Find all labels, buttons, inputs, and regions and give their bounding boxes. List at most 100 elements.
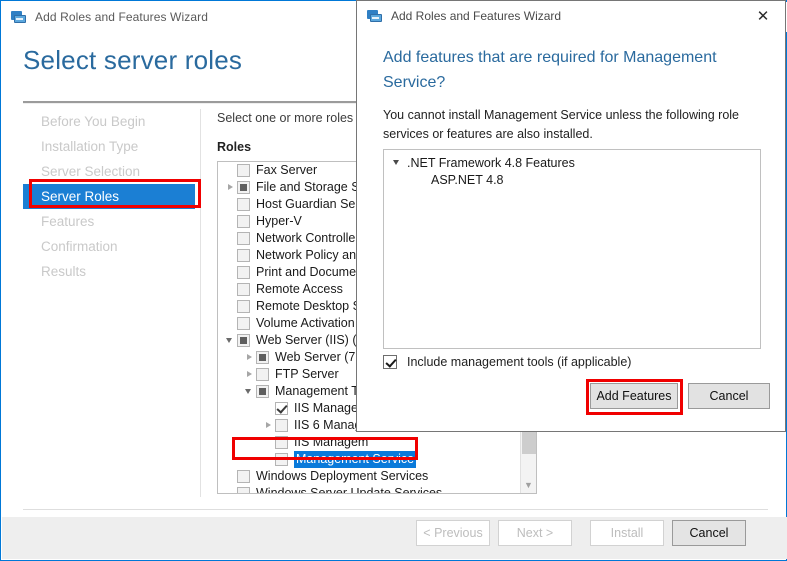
sidebar-divider bbox=[200, 109, 201, 497]
role-checkbox[interactable] bbox=[237, 215, 250, 228]
sidebar-item-label: Before You Begin bbox=[41, 114, 146, 129]
role-checkbox[interactable] bbox=[237, 317, 250, 330]
expand-arrow-closed-icon[interactable] bbox=[243, 349, 256, 366]
server-roles-icon bbox=[367, 8, 383, 24]
dialog-title: Add Roles and Features Wizard bbox=[391, 9, 562, 23]
role-checkbox[interactable] bbox=[237, 164, 250, 177]
sidebar-item-before-you-begin[interactable]: Before You Begin bbox=[23, 109, 195, 134]
sidebar-item-label: Features bbox=[41, 214, 95, 229]
dialog-body-text: You cannot install Management Service un… bbox=[383, 108, 739, 141]
role-checkbox[interactable] bbox=[237, 470, 250, 483]
chevron-down-icon[interactable]: ▼ bbox=[521, 476, 536, 493]
sidebar-item-confirmation[interactable]: Confirmation bbox=[23, 234, 195, 259]
sidebar-item-results[interactable]: Results bbox=[23, 259, 195, 284]
role-label: Windows Server Update Services bbox=[256, 486, 443, 494]
role-label: Network Controller bbox=[256, 231, 360, 245]
tree-row[interactable]: Windows Deployment Services bbox=[218, 468, 536, 485]
sidebar-item-features[interactable]: Features bbox=[23, 209, 195, 234]
role-checkbox[interactable] bbox=[237, 249, 250, 262]
add-features-button[interactable]: Add Features bbox=[590, 383, 678, 409]
role-checkbox[interactable] bbox=[237, 181, 250, 194]
sidebar-item-label: Server Selection bbox=[41, 164, 141, 179]
expand-arrow-closed-icon[interactable] bbox=[243, 366, 256, 383]
tree-row[interactable]: Management Service bbox=[218, 451, 536, 468]
feature-label: .NET Framework 4.8 Features bbox=[407, 155, 575, 170]
role-checkbox[interactable] bbox=[237, 283, 250, 296]
tree-row[interactable]: IIS Managem bbox=[218, 434, 536, 451]
feature-tree-row[interactable]: ASP.NET 4.8 bbox=[384, 171, 760, 188]
role-label: Print and Document bbox=[256, 265, 367, 279]
role-checkbox[interactable] bbox=[237, 266, 250, 279]
role-checkbox[interactable] bbox=[275, 453, 288, 466]
role-checkbox[interactable] bbox=[237, 232, 250, 245]
role-label: Remote Desktop Ser bbox=[256, 299, 373, 313]
role-checkbox[interactable] bbox=[256, 351, 269, 364]
expand-arrow-closed-icon[interactable] bbox=[262, 417, 275, 434]
sidebar-item-label: Installation Type bbox=[41, 139, 139, 154]
server-roles-icon bbox=[11, 9, 27, 25]
close-icon[interactable]: ✕ bbox=[741, 1, 785, 30]
window-title: Add Roles and Features Wizard bbox=[35, 10, 208, 24]
role-checkbox[interactable] bbox=[237, 198, 250, 211]
tree-row[interactable]: Windows Server Update Services bbox=[218, 485, 536, 494]
add-features-dialog: Add Roles and Features Wizard ✕ Add feat… bbox=[356, 0, 786, 432]
role-label: Remote Access bbox=[256, 282, 343, 296]
role-label: IIS Managem bbox=[294, 435, 369, 449]
sidebar-item-installation-type[interactable]: Installation Type bbox=[23, 134, 195, 159]
role-label: Windows Deployment Services bbox=[256, 469, 429, 483]
role-label: Hyper-V bbox=[256, 214, 302, 228]
include-management-tools-checkbox[interactable] bbox=[383, 355, 397, 369]
role-checkbox[interactable] bbox=[237, 334, 250, 347]
role-label: Network Policy and bbox=[256, 248, 363, 262]
role-label: File and Storage Ser bbox=[256, 180, 371, 194]
install-button[interactable]: Install bbox=[590, 520, 664, 546]
sidebar-item-label: Confirmation bbox=[41, 239, 118, 254]
required-features-tree[interactable]: .NET Framework 4.8 Features ASP.NET 4.8 bbox=[383, 149, 761, 349]
sidebar-item-server-roles[interactable]: Server Roles bbox=[23, 184, 195, 209]
expand-arrow-open-icon[interactable] bbox=[391, 154, 407, 171]
dialog-heading: Add features that are required for Manag… bbox=[383, 49, 717, 91]
role-checkbox[interactable] bbox=[256, 368, 269, 381]
footer-background bbox=[2, 517, 787, 559]
expand-arrow-open-icon[interactable] bbox=[224, 332, 237, 349]
next-button[interactable]: Next > bbox=[498, 520, 572, 546]
role-label: Fax Server bbox=[256, 163, 318, 177]
role-label: Host Guardian Servi bbox=[256, 197, 369, 211]
role-checkbox[interactable] bbox=[237, 487, 250, 493]
role-label: Management To bbox=[275, 384, 365, 398]
footer-divider bbox=[23, 509, 768, 510]
include-management-tools-label: Include management tools (if applicable) bbox=[407, 355, 632, 369]
expand-arrow-open-icon[interactable] bbox=[243, 383, 256, 400]
feature-tree-row[interactable]: .NET Framework 4.8 Features bbox=[384, 154, 760, 171]
role-label: Management Service bbox=[294, 451, 417, 468]
cancel-button[interactable]: Cancel bbox=[672, 520, 746, 546]
role-checkbox[interactable] bbox=[256, 385, 269, 398]
role-checkbox[interactable] bbox=[275, 436, 288, 449]
previous-button[interactable]: < Previous bbox=[416, 520, 490, 546]
roles-label: Roles bbox=[217, 140, 252, 154]
sidebar-item-server-selection[interactable]: Server Selection bbox=[23, 159, 195, 184]
role-checkbox[interactable] bbox=[275, 402, 288, 415]
sidebar-item-label: Results bbox=[41, 264, 87, 279]
expand-arrow-closed-icon[interactable] bbox=[224, 179, 237, 196]
include-management-tools-row[interactable]: Include management tools (if applicable) bbox=[383, 355, 631, 369]
role-checkbox[interactable] bbox=[237, 300, 250, 313]
dialog-cancel-button[interactable]: Cancel bbox=[688, 383, 770, 409]
role-checkbox[interactable] bbox=[275, 419, 288, 432]
role-label: FTP Server bbox=[275, 367, 339, 381]
page-title: Select server roles bbox=[23, 45, 243, 75]
